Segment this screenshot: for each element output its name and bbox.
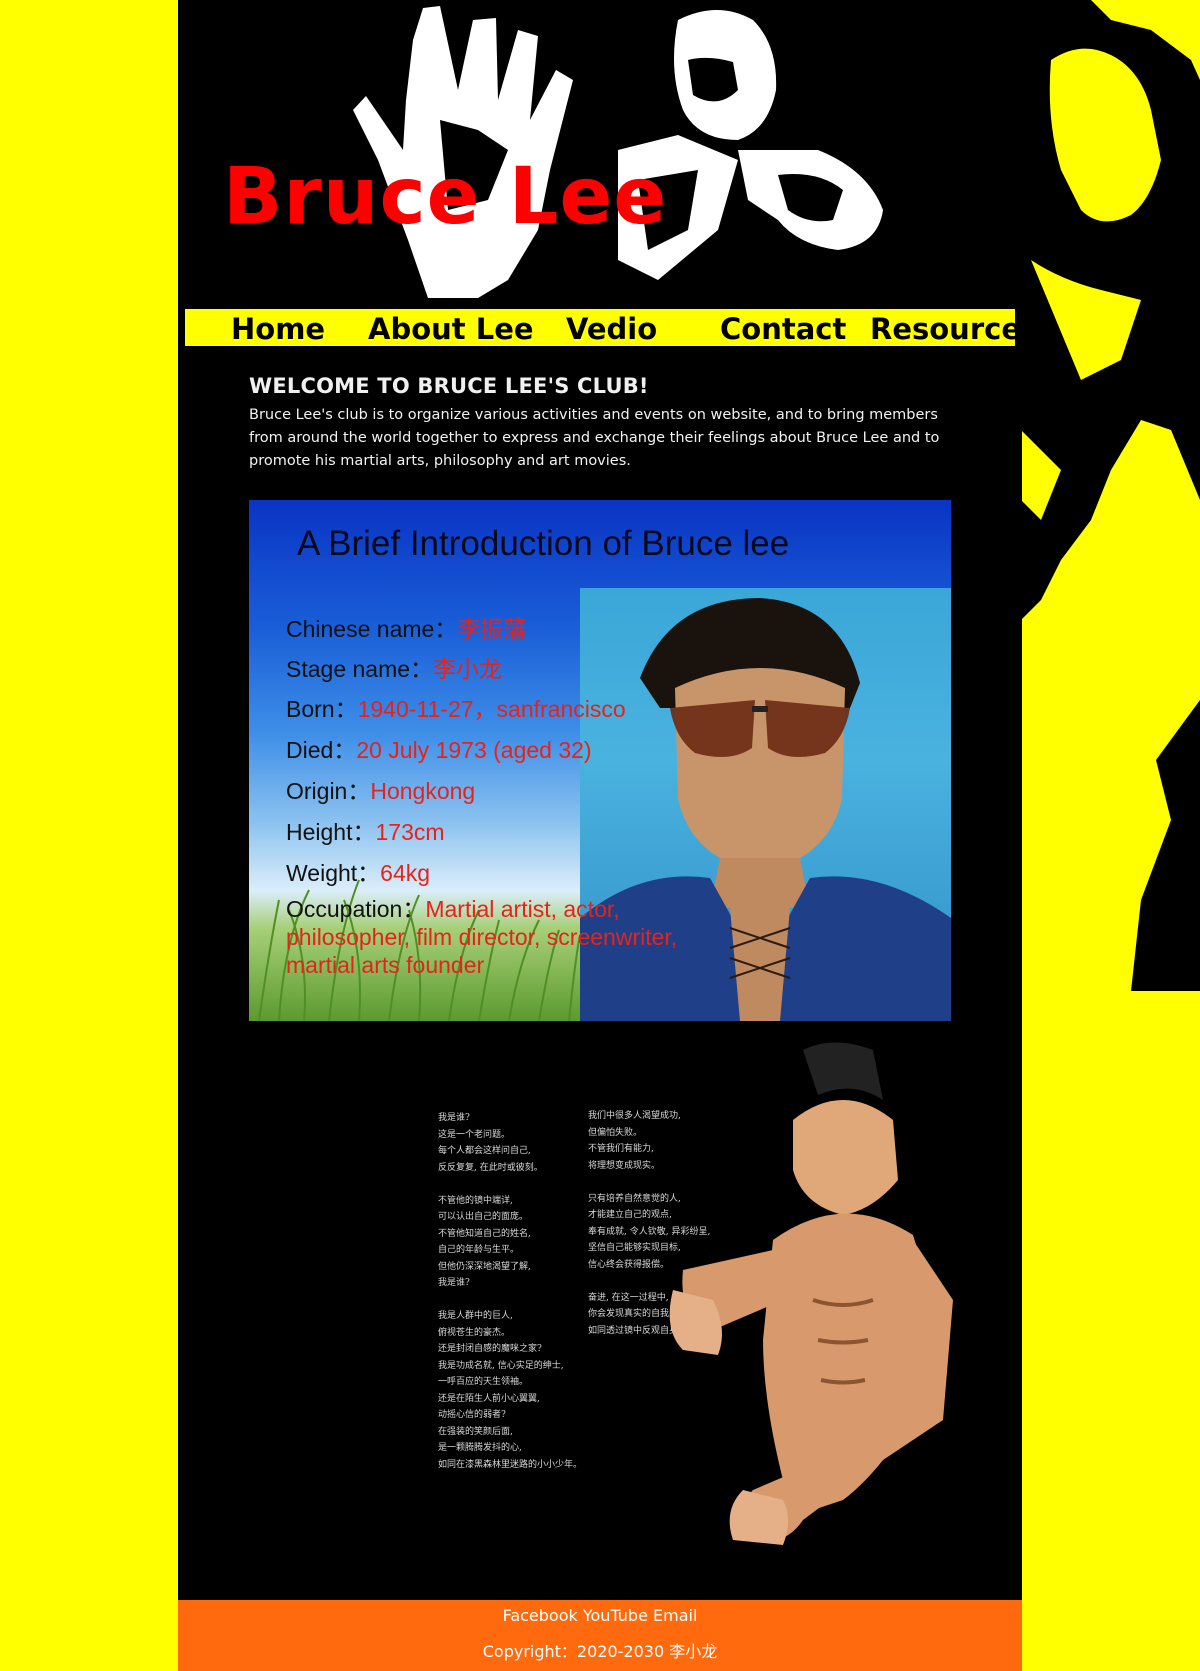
poem-image: 我是谁? 这是一个老问题。 每个人都会这样问自己, 反反复复, 在此时或彼刻。 …	[428, 1040, 953, 1570]
fact-chinese-name: Chinese name：李振藩	[286, 616, 527, 642]
fact-died: Died：20 July 1973 (aged 32)	[286, 737, 592, 763]
copyright-text: Copyright：2020-2030 李小龙	[482, 1642, 718, 1661]
footer-link-email[interactable]: Email	[653, 1606, 697, 1625]
footer-link-youtube[interactable]: YouTube	[583, 1606, 648, 1625]
nav-contact[interactable]: Contact	[720, 309, 846, 346]
welcome-section: WELCOME TO BRUCE LEE'S CLUB! Bruce Lee's…	[249, 374, 949, 473]
fact-stage-name: Stage name：李小龙	[286, 656, 503, 682]
fact-weight: Weight：64kg	[286, 860, 431, 886]
nav-home[interactable]: Home	[231, 309, 325, 346]
fact-occupation: Occupation：Martial artist, actor, philos…	[286, 896, 678, 978]
footer-link-facebook[interactable]: Facebook	[503, 1606, 578, 1625]
fact-height: Height：173cm	[286, 819, 445, 845]
fact-born: Born：1940-11-27，sanfrancisco	[286, 696, 626, 722]
nav-about-lee[interactable]: About Lee	[368, 309, 534, 346]
fact-origin: Origin：Hongkong	[286, 778, 476, 804]
bruce-lee-muscle-photo	[669, 1042, 953, 1545]
intro-title: A Brief Introduction of Bruce lee	[297, 524, 790, 563]
site-title: Bruce Lee	[223, 152, 668, 242]
footer-links: Facebook YouTube Email	[178, 1606, 1022, 1625]
content-column: Bruce Lee Home About Lee Vedio Contact R…	[178, 0, 1038, 1671]
main-nav: Home About Lee Vedio Contact Resources	[183, 307, 1038, 348]
welcome-heading: WELCOME TO BRUCE LEE'S CLUB!	[249, 374, 649, 398]
banner-artwork	[178, 0, 1022, 300]
side-silhouette-art	[1021, 0, 1200, 991]
header-banner: Bruce Lee	[178, 0, 1022, 300]
intro-card-image: A Brief Introduction of Bruce lee Chines…	[249, 500, 951, 1021]
footer: Facebook YouTube Email Copyright：2020-20…	[178, 1600, 1022, 1671]
welcome-text: Bruce Lee's club is to organize various …	[249, 407, 940, 469]
nav-vedio[interactable]: Vedio	[566, 309, 657, 346]
nav-resources[interactable]: Resources	[870, 309, 1038, 346]
poem-column-1: 我是谁? 这是一个老问题。 每个人都会这样问自己, 反反复复, 在此时或彼刻。 …	[438, 1113, 583, 1470]
